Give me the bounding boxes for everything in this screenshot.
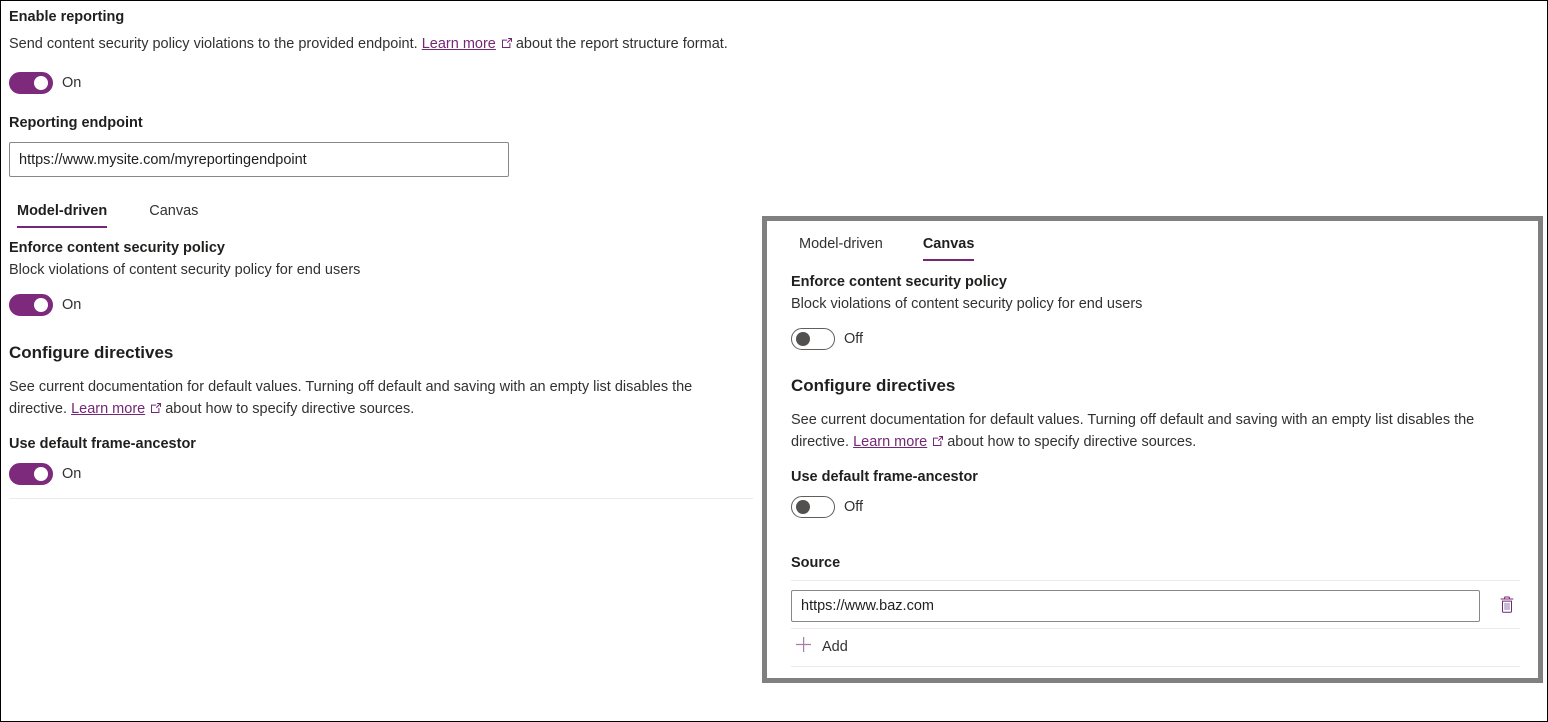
- callout-tab-canvas[interactable]: Canvas: [913, 231, 985, 263]
- add-source-button[interactable]: Add: [791, 629, 848, 666]
- tab-model-driven[interactable]: Model-driven: [7, 198, 117, 230]
- enable-reporting-toggle-state: On: [62, 73, 81, 93]
- callout-tab-canvas-label: Canvas: [923, 236, 975, 252]
- reporting-endpoint-label: Reporting endpoint: [9, 113, 753, 133]
- callout-learn-more-link-directives[interactable]: Learn more: [853, 434, 927, 450]
- reporting-endpoint-group: Reporting endpoint: [9, 113, 753, 177]
- enforce-csp-group: Enforce content security policy Block vi…: [9, 238, 753, 316]
- enable-reporting-description-text-1: Send content security policy violations …: [9, 36, 418, 52]
- external-link-icon: [501, 34, 513, 56]
- delete-source-button[interactable]: [1494, 593, 1520, 619]
- enforce-csp-description: Block violations of content security pol…: [9, 259, 753, 281]
- configure-directives-heading: Configure directives: [9, 341, 753, 365]
- use-default-frame-ancestor-toggle-row[interactable]: On: [9, 463, 753, 485]
- toggle-knob: [34, 76, 48, 90]
- enable-reporting-toggle[interactable]: [9, 72, 53, 94]
- source-input[interactable]: [791, 590, 1480, 622]
- add-source-label: Add: [822, 639, 848, 655]
- plus-icon: [795, 636, 812, 658]
- enable-reporting-description-text-2: about the report structure format.: [516, 36, 728, 52]
- toggle-knob: [796, 500, 810, 514]
- configure-directives-text-2: about how to specify directive sources.: [165, 401, 414, 417]
- callout-enforce-csp-description: Block violations of content security pol…: [791, 293, 1520, 315]
- learn-more-link-directives[interactable]: Learn more: [71, 401, 145, 417]
- toggle-knob: [34, 467, 48, 481]
- enforce-csp-toggle-row[interactable]: On: [9, 294, 753, 316]
- callout-enforce-csp-toggle-state: Off: [844, 329, 863, 349]
- enforce-csp-label: Enforce content security policy: [9, 238, 753, 258]
- section-divider: [9, 498, 753, 499]
- enable-reporting-toggle-row[interactable]: On: [9, 72, 753, 94]
- callout-configure-directives-heading: Configure directives: [791, 374, 1520, 398]
- callout-use-default-frame-ancestor-toggle-state: Off: [844, 497, 863, 517]
- tab-canvas-label: Canvas: [149, 203, 198, 219]
- callout-enforce-csp-group: Enforce content security policy Block vi…: [791, 272, 1520, 350]
- callout-tab-model-driven-label: Model-driven: [799, 236, 883, 252]
- source-list: Source: [791, 553, 1520, 667]
- callout-use-default-frame-ancestor-label: Use default frame-ancestor: [791, 467, 1520, 487]
- source-row: [791, 581, 1520, 628]
- callout-app-type-pivot[interactable]: Model-driven Canvas: [789, 231, 1520, 263]
- learn-more-link-reporting[interactable]: Learn more: [422, 36, 496, 52]
- canvas-tab-callout: Model-driven Canvas Enforce content secu…: [762, 216, 1543, 683]
- callout-configure-directives-group: Configure directives See current documen…: [791, 374, 1520, 518]
- enable-reporting-label: Enable reporting: [9, 7, 753, 27]
- enforce-csp-toggle-state: On: [62, 295, 81, 315]
- source-column-header: Source: [791, 553, 1520, 580]
- screenshot-root: Enable reporting Send content security p…: [0, 0, 1548, 722]
- enable-reporting-description: Send content security policy violations …: [9, 33, 753, 56]
- reporting-endpoint-input[interactable]: [9, 142, 509, 177]
- trash-icon: [1498, 595, 1516, 617]
- use-default-frame-ancestor-toggle-state: On: [62, 464, 81, 484]
- app-type-pivot[interactable]: Model-driven Canvas: [7, 198, 753, 230]
- toggle-knob: [796, 332, 810, 346]
- source-row-divider: [791, 628, 1520, 629]
- toggle-knob: [34, 298, 48, 312]
- enforce-csp-toggle[interactable]: [9, 294, 53, 316]
- callout-configure-directives-description: See current documentation for default va…: [791, 409, 1520, 454]
- callout-tab-model-driven[interactable]: Model-driven: [789, 231, 893, 263]
- external-link-icon: [150, 399, 162, 421]
- callout-use-default-frame-ancestor-toggle[interactable]: [791, 496, 835, 518]
- use-default-frame-ancestor-toggle[interactable]: [9, 463, 53, 485]
- enable-reporting-group: Enable reporting Send content security p…: [9, 7, 753, 94]
- tab-canvas[interactable]: Canvas: [139, 198, 208, 230]
- csp-settings-pane: Enable reporting Send content security p…: [1, 1, 767, 721]
- callout-enforce-csp-label: Enforce content security policy: [791, 272, 1520, 292]
- callout-enforce-csp-toggle[interactable]: [791, 328, 835, 350]
- configure-directives-group: Configure directives See current documen…: [9, 341, 753, 485]
- callout-configure-directives-text-2: about how to specify directive sources.: [947, 434, 1196, 450]
- tab-model-driven-label: Model-driven: [17, 203, 107, 219]
- callout-enforce-csp-toggle-row[interactable]: Off: [791, 328, 1520, 350]
- callout-use-default-frame-ancestor-toggle-row[interactable]: Off: [791, 496, 1520, 518]
- use-default-frame-ancestor-label: Use default frame-ancestor: [9, 434, 753, 454]
- configure-directives-description: See current documentation for default va…: [9, 376, 753, 421]
- external-link-icon: [932, 432, 944, 454]
- add-row-divider: [791, 666, 1520, 667]
